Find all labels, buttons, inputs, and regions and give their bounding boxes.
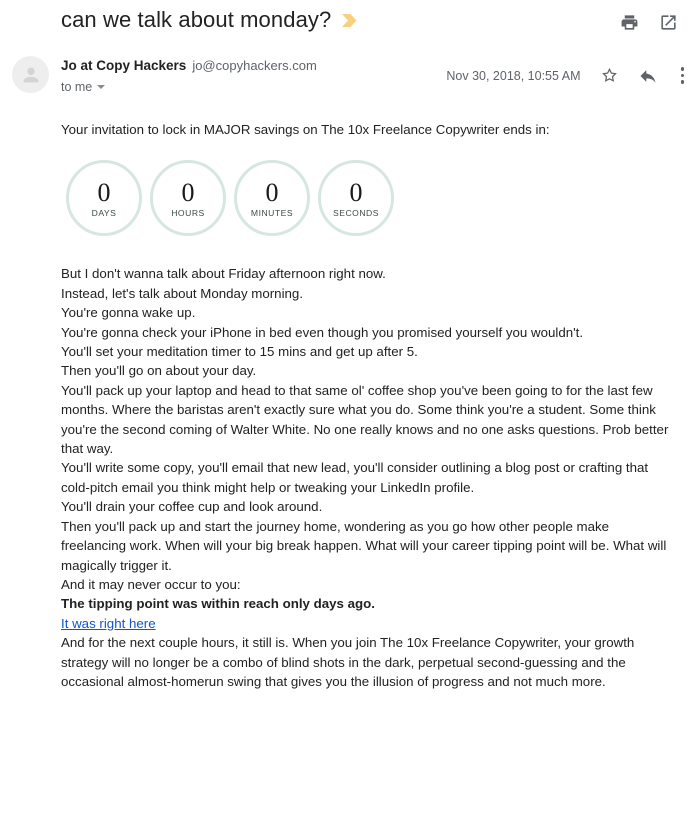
email-body: Your invitation to lock in MAJOR savings… — [0, 120, 696, 691]
recipient-row[interactable]: to me — [61, 80, 446, 94]
body-paragraph: You'll set your meditation timer to 15 m… — [61, 344, 418, 360]
print-icon[interactable] — [620, 13, 639, 32]
message-date: Nov 30, 2018, 10:55 AM — [446, 68, 581, 83]
subject-header: can we talk about monday? — [0, 0, 696, 44]
body-paragraph: Instead, let's talk about Monday morning… — [61, 285, 304, 301]
body-paragraph: You'll drain your coffee cup and look ar… — [61, 499, 323, 515]
star-icon[interactable] — [600, 66, 619, 85]
countdown-minutes: 0 MINUTES — [234, 160, 310, 237]
chevron-down-icon[interactable] — [97, 85, 106, 89]
countdown-days-label: DAYS — [91, 207, 117, 218]
body-paragraph: You'll pack up your laptop and head to t… — [61, 382, 669, 457]
body-link-row: It was right here — [61, 614, 676, 633]
body-intro: Your invitation to lock in MAJOR savings… — [61, 122, 550, 137]
message-actions: Nov 30, 2018, 10:55 AM — [446, 54, 688, 94]
body-paragraph: Then you'll go on about your day. — [61, 363, 257, 379]
sender-block: Jo at Copy Hackers jo@copyhackers.com to… — [0, 54, 696, 94]
body-closing-paragraph: And for the next couple hours, it still … — [61, 635, 635, 689]
more-options-icon[interactable] — [677, 65, 689, 86]
body-paragraph: But I don't wanna talk about Friday afte… — [61, 266, 386, 282]
recipient-label: to me — [61, 80, 93, 94]
body-paragraph: Then you'll pack up and start the journe… — [61, 518, 667, 573]
countdown-days-value: 0 — [97, 177, 111, 207]
countdown-hours-label: HOURS — [171, 207, 205, 218]
sender-details: Jo at Copy Hackers jo@copyhackers.com to… — [61, 54, 446, 94]
countdown-minutes-value: 0 — [265, 177, 279, 207]
body-paragraph: You're gonna check your iPhone in bed ev… — [61, 324, 584, 340]
body-link[interactable]: It was right here — [61, 616, 156, 631]
person-icon — [23, 67, 38, 82]
countdown-hours-value: 0 — [181, 177, 195, 207]
countdown-seconds-label: SECONDS — [333, 207, 379, 218]
sender-line: Jo at Copy Hackers jo@copyhackers.com — [61, 56, 446, 75]
avatar — [12, 56, 49, 93]
body-paragraph: And it may never occur to you: — [61, 576, 241, 592]
body-bold-line: The tipping point was within reach only … — [61, 596, 375, 612]
countdown-hours: 0 HOURS — [150, 160, 226, 237]
page-title: can we talk about monday? — [61, 7, 332, 32]
open-in-new-window-icon[interactable] — [659, 13, 678, 32]
important-marker-icon[interactable] — [341, 14, 358, 32]
body-paragraph: You're gonna wake up. — [61, 305, 196, 321]
countdown-days: 0 DAYS — [66, 160, 142, 237]
countdown-seconds-value: 0 — [349, 177, 363, 207]
countdown-seconds: 0 SECONDS — [318, 160, 394, 237]
sender-name[interactable]: Jo at Copy Hackers — [61, 56, 186, 75]
countdown-timer: 0 DAYS 0 HOURS 0 MINUTES 0 SECONDS — [61, 160, 676, 237]
body-paragraph: You'll write some copy, you'll email tha… — [61, 460, 649, 495]
countdown-minutes-label: MINUTES — [250, 207, 294, 218]
reply-icon[interactable] — [638, 66, 658, 86]
header-actions — [620, 13, 678, 32]
sender-email[interactable]: jo@copyhackers.com — [192, 56, 316, 75]
